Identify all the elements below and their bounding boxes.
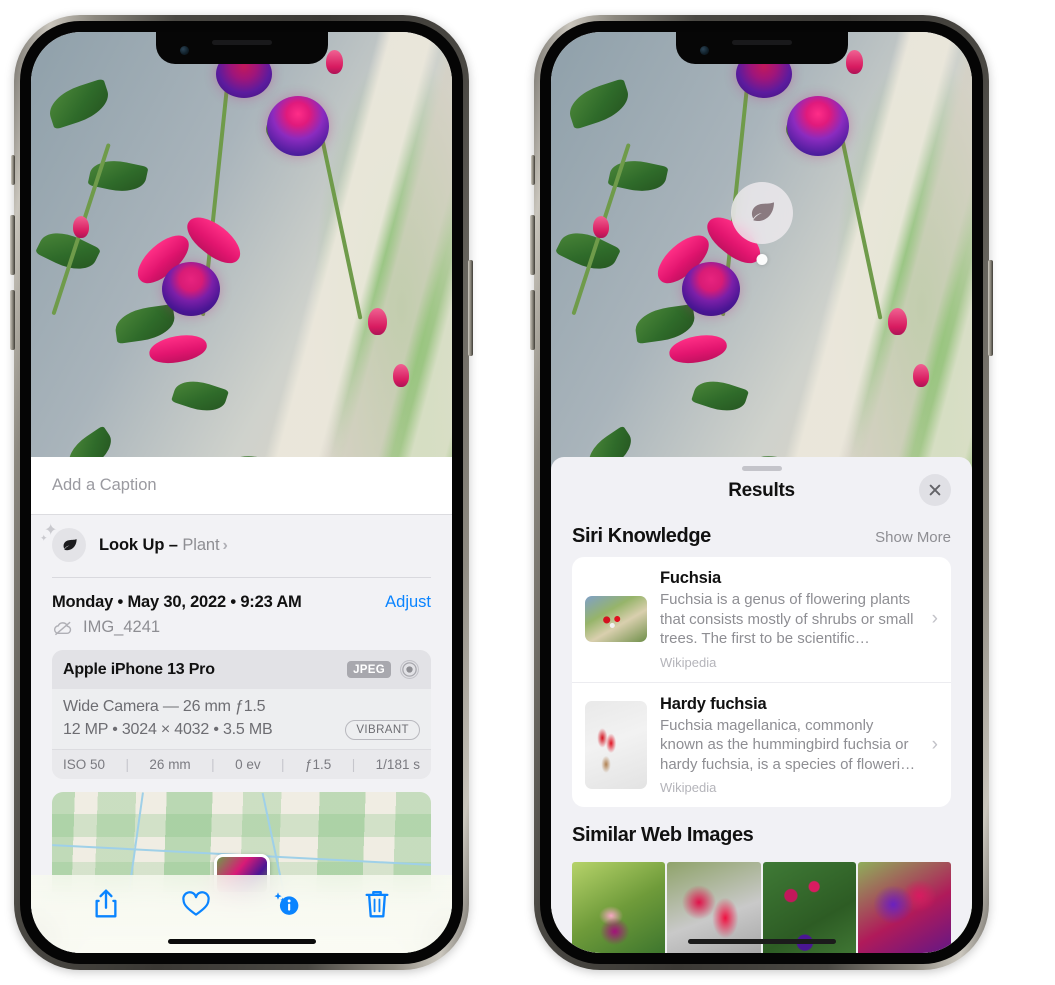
photo-filename: IMG_4241 [83,618,161,636]
power-button[interactable] [468,260,473,356]
caption-row[interactable] [31,457,452,515]
results-header: Results [551,471,972,508]
screenshot-stage: ✦ ✦ Look Up – Plant› Monday • May 30, 2 [0,0,1055,985]
volume-down-button[interactable] [10,290,15,350]
look-up-row[interactable]: ✦ ✦ Look Up – Plant › [31,515,452,577]
exif-stat-focal: 26 mm [149,757,191,772]
info-sparkle-icon[interactable] [272,888,302,920]
result-source: Wikipedia [660,780,717,795]
share-icon[interactable] [91,888,121,920]
result-body: Hardy fuchsia Fuchsia magellanica, commo… [660,695,919,796]
earpiece-speaker [211,40,272,45]
exif-separator: | [351,757,356,772]
exif-header-badges: JPEG [347,659,420,680]
siri-knowledge-header: Siri Knowledge Show More [551,508,972,557]
leaf-icon [751,202,774,221]
filename-row: IMG_4241 [31,612,452,637]
iphone-left-photos-info: ✦ ✦ Look Up – Plant› Monday • May 30, 2 [10,15,473,970]
phone-bezel: ✦ ✦ Look Up – Plant› Monday • May 30, 2 [20,21,463,964]
result-description: Fuchsia is a genus of flowering plants t… [660,591,914,647]
exif-stat-shutter: 1/181 s [375,757,420,772]
exif-stat-aperture: ƒ1.5 [305,757,332,772]
photographic-style-badge: VIBRANT [345,720,420,740]
camera-device-name: Apple iPhone 13 Pro [63,660,215,678]
sparkle-icon-small: ✦ [40,533,48,543]
screen-right: Results Siri Knowledge Show More Fuchsia… [551,32,972,953]
chevron-right-icon: › [931,608,938,630]
exif-header: Apple iPhone 13 Pro JPEG [52,650,431,689]
result-description: Fuchsia magellanica, commonly known as t… [660,716,916,773]
notch [155,32,328,64]
look-up-label: Look Up – Plant › [99,536,228,555]
format-badge: JPEG [347,661,391,678]
phone-bezel: Results Siri Knowledge Show More Fuchsia… [540,21,983,964]
aperture-icon [400,660,419,679]
adjust-button[interactable]: Adjust [385,593,431,612]
exif-stat-iso: ISO 50 [63,757,106,772]
result-thumbnail [585,596,647,643]
look-up-prefix: Look Up – [99,535,183,554]
home-indicator[interactable] [167,939,316,944]
results-title: Results [728,480,795,501]
cloud-slash-icon [53,621,72,635]
chevron-right-icon: › [222,536,228,554]
volume-up-button[interactable] [530,215,535,275]
exif-size-row: 12 MP • 3024 × 4032 • 3.5 MB VIBRANT [63,720,420,740]
heart-icon[interactable] [181,888,211,920]
close-icon [929,484,941,496]
results-sheet: Results Siri Knowledge Show More Fuchsia… [551,457,972,953]
volume-down-button[interactable] [530,290,535,350]
power-button[interactable] [988,260,993,356]
visual-lookup-anchor-dot [756,254,767,265]
result-thumbnail [585,700,647,789]
visual-lookup-leaf-badge[interactable] [730,182,793,244]
image-size-info: 12 MP • 3024 × 4032 • 3.5 MB [63,721,273,738]
trash-icon[interactable] [362,888,392,920]
leaf-icon: ✦ ✦ [40,523,86,562]
exif-separator: | [125,757,129,772]
earpiece-speaker [731,40,792,45]
look-up-subject: Plant [182,535,220,554]
front-camera [179,46,189,55]
list-item[interactable]: Fuchsia Fuchsia is a genus of flowering … [572,557,951,682]
exif-stats-row: ISO 50 | 26 mm | 0 ev | ƒ1.5 | 1/181 s [52,749,431,779]
volume-up-button[interactable] [10,215,15,275]
section-title-similar-web-images: Similar Web Images [572,824,754,846]
similar-web-images-header: Similar Web Images [551,807,972,856]
result-title: Fuchsia [660,569,721,587]
siri-knowledge-card: Fuchsia Fuchsia is a genus of flowering … [572,557,951,807]
result-source: Wikipedia [660,654,717,670]
datetime-row: Monday • May 30, 2022 • 9:23 AM Adjust [31,578,452,612]
result-title: Hardy fuchsia [660,694,767,713]
home-indicator[interactable] [687,939,836,944]
section-title-siri-knowledge: Siri Knowledge [572,525,711,547]
chevron-right-icon: › [931,733,938,755]
exif-card: Apple iPhone 13 Pro JPEG Wide Camera — 2… [52,650,431,779]
photo-datetime: Monday • May 30, 2022 • 9:23 AM [52,593,302,611]
web-image-1[interactable] [572,862,666,953]
front-camera [699,46,709,55]
screen-left: ✦ ✦ Look Up – Plant› Monday • May 30, 2 [31,32,452,953]
exif-separator: | [281,757,285,772]
show-more-button[interactable]: Show More [875,529,951,546]
lens-info: Wide Camera — 26 mm ƒ1.5 [63,698,266,715]
notch [675,32,848,64]
exif-separator: | [211,757,215,772]
list-item[interactable]: Hardy fuchsia Fuchsia magellanica, commo… [572,681,951,808]
result-body: Fuchsia Fuchsia is a genus of flowering … [660,569,919,670]
caption-input[interactable] [52,476,431,495]
web-image-4[interactable] [857,862,951,953]
exif-stat-ev: 0 ev [235,757,261,772]
exif-body: Wide Camera — 26 mm ƒ1.5 12 MP • 3024 × … [52,689,431,749]
mute-switch[interactable] [11,155,15,185]
close-button[interactable] [919,474,951,506]
mute-switch[interactable] [531,155,535,185]
iphone-right-visual-lookup-results: Results Siri Knowledge Show More Fuchsia… [530,15,993,970]
